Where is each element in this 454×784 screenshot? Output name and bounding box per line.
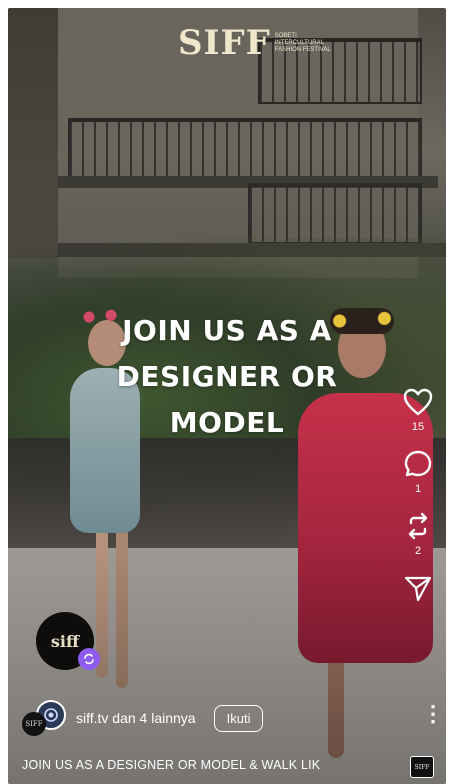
- logo-mark: SIFF: [178, 23, 271, 63]
- comment-icon[interactable]: [401, 447, 435, 481]
- more-vertical-icon[interactable]: ⋮: [422, 703, 444, 725]
- comment-count: 1: [414, 483, 422, 495]
- user-row: SIFF siff.tv dan 4 lainnya Ikuti: [22, 700, 264, 736]
- heart-icon[interactable]: [401, 385, 435, 419]
- logo-subtitle: SOBETI INTERCULTURAL FASHION FESTIVAL: [274, 32, 331, 53]
- repost-icon[interactable]: [401, 509, 435, 543]
- audio-thumbnail[interactable]: SIFF: [410, 756, 434, 778]
- repost-count: 2: [414, 545, 422, 557]
- action-bar: 15 1 2: [400, 385, 436, 605]
- headline-overlay: JOIN US AS A DESIGNER OR MODEL: [8, 308, 446, 446]
- username[interactable]: siff.tv dan 4 lainnya: [76, 710, 196, 726]
- collab-icon[interactable]: [78, 648, 100, 670]
- avatar-logo-text: siff: [50, 631, 80, 651]
- collab-avatars[interactable]: SIFF: [22, 700, 66, 736]
- siff-mini-avatar: SIFF: [22, 712, 46, 736]
- caption[interactable]: JOIN US AS A DESIGNER OR MODEL & WALK LI…: [22, 758, 320, 772]
- send-icon[interactable]: [401, 571, 435, 605]
- siff-logo: SIFF SOBETI INTERCULTURAL FASHION FESTIV…: [178, 26, 333, 60]
- like-count: 15: [411, 421, 425, 433]
- headline-line: DESIGNER OR: [116, 360, 338, 393]
- headline-line: JOIN US AS A: [122, 314, 332, 347]
- headline-line: MODEL: [169, 406, 285, 439]
- follow-button[interactable]: Ikuti: [213, 704, 264, 732]
